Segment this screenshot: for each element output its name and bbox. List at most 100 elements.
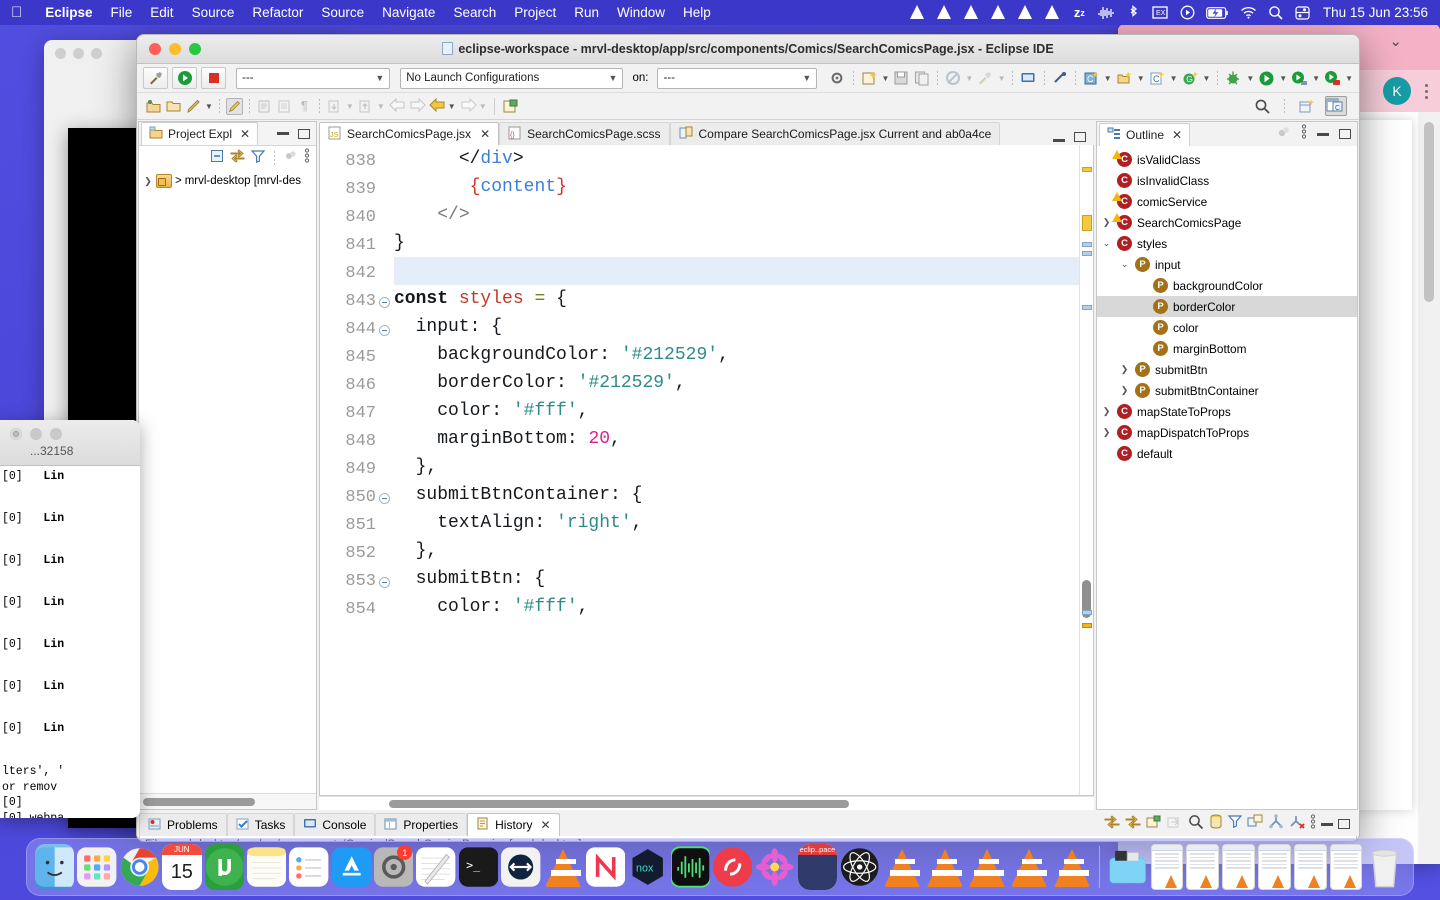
code-line[interactable]: {content} [394,173,1079,201]
chevron-down-icon[interactable]: ⌄ [1119,259,1130,270]
vlc-cone-icon[interactable] [963,4,980,21]
background-document-window[interactable] [1352,120,1412,810]
expander-icon[interactable]: ❯ [143,176,153,187]
overview-marker[interactable] [1082,610,1092,615]
menu-project[interactable]: Project [505,5,565,20]
kebab-menu-icon[interactable] [1425,83,1428,99]
system-preferences-icon[interactable]: 1 [374,844,414,890]
tab-properties[interactable]: Properties [375,813,468,836]
chevron-down-icon[interactable]: ⌄ [1389,32,1402,50]
outline-view[interactable]: Outline ✕ CisValidClass CisInvalidClass Cc… [1096,121,1358,810]
minimize-window-button[interactable] [30,428,42,440]
browser-scrollbar[interactable] [1424,122,1434,302]
outline-item-input[interactable]: ⌄ Pinput [1097,254,1357,275]
utorrent-icon[interactable] [204,844,244,890]
open-type-icon[interactable] [145,98,162,115]
minimize-icon[interactable] [277,132,289,135]
menu-refactor[interactable]: Refactor [243,5,312,20]
code-line[interactable]: </div> [394,145,1079,173]
outline-item-bordercolor[interactable]: PborderColor [1097,296,1357,317]
link-editor-icon[interactable] [1125,814,1141,834]
control-center-icon[interactable] [1294,4,1311,21]
branches-icon[interactable] [1268,814,1284,834]
close-window-button[interactable] [10,428,22,440]
audio-waveform-icon[interactable] [1098,4,1115,21]
finder-icon[interactable] [35,844,75,890]
outline-item-default[interactable]: Cdefault [1097,443,1357,464]
minimize-icon[interactable] [1053,139,1065,142]
code-line[interactable]: borderColor: '#212529', [394,369,1079,397]
open-folder-icon[interactable] [165,98,182,115]
go-into-icon[interactable] [1167,815,1183,834]
new-window-icon[interactable] [502,98,519,115]
run-configuration-combo[interactable]: --- ▼ [236,67,391,89]
search-icon[interactable] [1267,4,1284,21]
outline-item-color[interactable]: Pcolor [1097,317,1357,338]
tab-tasks[interactable]: Tasks [226,813,295,836]
code-line[interactable]: }, [394,537,1079,565]
eclipse-window[interactable]: eclipse-workspace - mrvl-desktop/app/src… [136,34,1360,842]
flower-icon[interactable] [755,844,794,890]
fold-toggle-icon[interactable] [379,577,390,588]
close-icon[interactable]: ✕ [237,127,250,141]
menubar-status-area[interactable]: zz EX Thu 15 Jun 23:56 [909,4,1440,21]
console-view-icon[interactable] [1020,70,1036,87]
nox-icon[interactable]: nox [628,844,667,890]
screen-capture-icon[interactable]: EX [1152,4,1169,21]
tab-problems[interactable]: Problems [139,813,227,836]
log-output[interactable]: [0] Lin [0] Lin [0] Lin [0] Lin [0] Lin [0] L… [0,466,140,818]
vlc-cone-icon[interactable] [990,4,1007,21]
switch-icon[interactable] [501,844,541,890]
save-icon[interactable] [893,70,909,87]
log-window-controls[interactable] [0,420,140,440]
code-line[interactable]: color: '#fff', [394,593,1079,621]
textedit-icon[interactable] [416,844,456,890]
outline-item-styles[interactable]: ⌄ Cstyles [1097,233,1357,254]
battery-charging-icon[interactable] [1206,4,1230,21]
run-external-icon[interactable] [1324,70,1341,87]
run-toolbar-icon[interactable] [1258,70,1275,87]
tab-compare-searchcomicspage[interactable]: Compare SearchComicsPage.jsx Current and… [669,122,1001,145]
tab-outline[interactable]: Outline ✕ [1099,122,1191,146]
stop-button[interactable] [201,67,227,89]
overview-ruler[interactable] [1079,145,1093,795]
launchpad-icon[interactable] [77,844,117,890]
new-package-icon[interactable] [1116,70,1133,87]
log-terminal-window[interactable]: ...32158 [0] Lin [0] Lin [0] Lin [0] Lin [0]… [0,420,140,818]
reminders-icon[interactable] [289,844,329,890]
new-git-icon[interactable]: G [1182,70,1199,87]
maximize-icon[interactable] [1338,819,1350,829]
wifi-icon[interactable] [1240,4,1257,21]
macos-menubar[interactable]:  EclipseFileEditSourceRefactorSourceNav… [0,0,1440,25]
code-line[interactable]: </> [394,201,1079,229]
prev-arrow-icon[interactable] [428,97,445,115]
atom-icon[interactable] [840,844,879,890]
maximize-icon[interactable] [298,128,310,139]
editor-tabbar[interactable]: JS SearchComicsPage.jsx ✕ {} SearchComic… [319,121,1094,145]
vlc-icon[interactable] [1010,844,1049,890]
fold-toggle-icon[interactable] [379,493,390,504]
code-line[interactable]: submitBtn: { [394,565,1079,593]
code-line[interactable]: } [394,229,1079,257]
editor-window-controls[interactable] [1053,132,1094,145]
maximize-icon[interactable] [1074,132,1086,142]
menu-source[interactable]: Source [312,5,373,20]
secondary-toolbar[interactable]: ▼ ¶ ▼ ▼ ▼ ▼ C [137,93,1359,120]
eclipse-icon[interactable]: eclip..pace [797,844,838,890]
minimize-icon[interactable] [1321,822,1333,826]
chevron-right-icon[interactable]: ❯ [1119,364,1130,375]
chevron-right-icon[interactable]: ❯ [1119,385,1130,396]
code-line[interactable]: input: { [394,313,1079,341]
new-window-icon[interactable] [1146,815,1162,834]
play-circle-icon[interactable] [1179,4,1196,21]
vlc-cone-icon[interactable] [1044,4,1061,21]
filter-db-icon[interactable] [1209,814,1223,834]
trash-icon[interactable] [1365,844,1404,890]
outline-item-submitbtn[interactable]: ❯ PsubmitBtn [1097,359,1357,380]
code-line[interactable]: backgroundColor: '#212529', [394,341,1079,369]
sort-icon[interactable] [1277,125,1291,144]
tab-project-explorer[interactable]: Project Expl ✕ [141,122,259,145]
new-c-class-icon[interactable]: C [1149,70,1166,87]
menu-edit[interactable]: Edit [141,5,182,20]
vlc-cone-icon[interactable] [936,4,953,21]
